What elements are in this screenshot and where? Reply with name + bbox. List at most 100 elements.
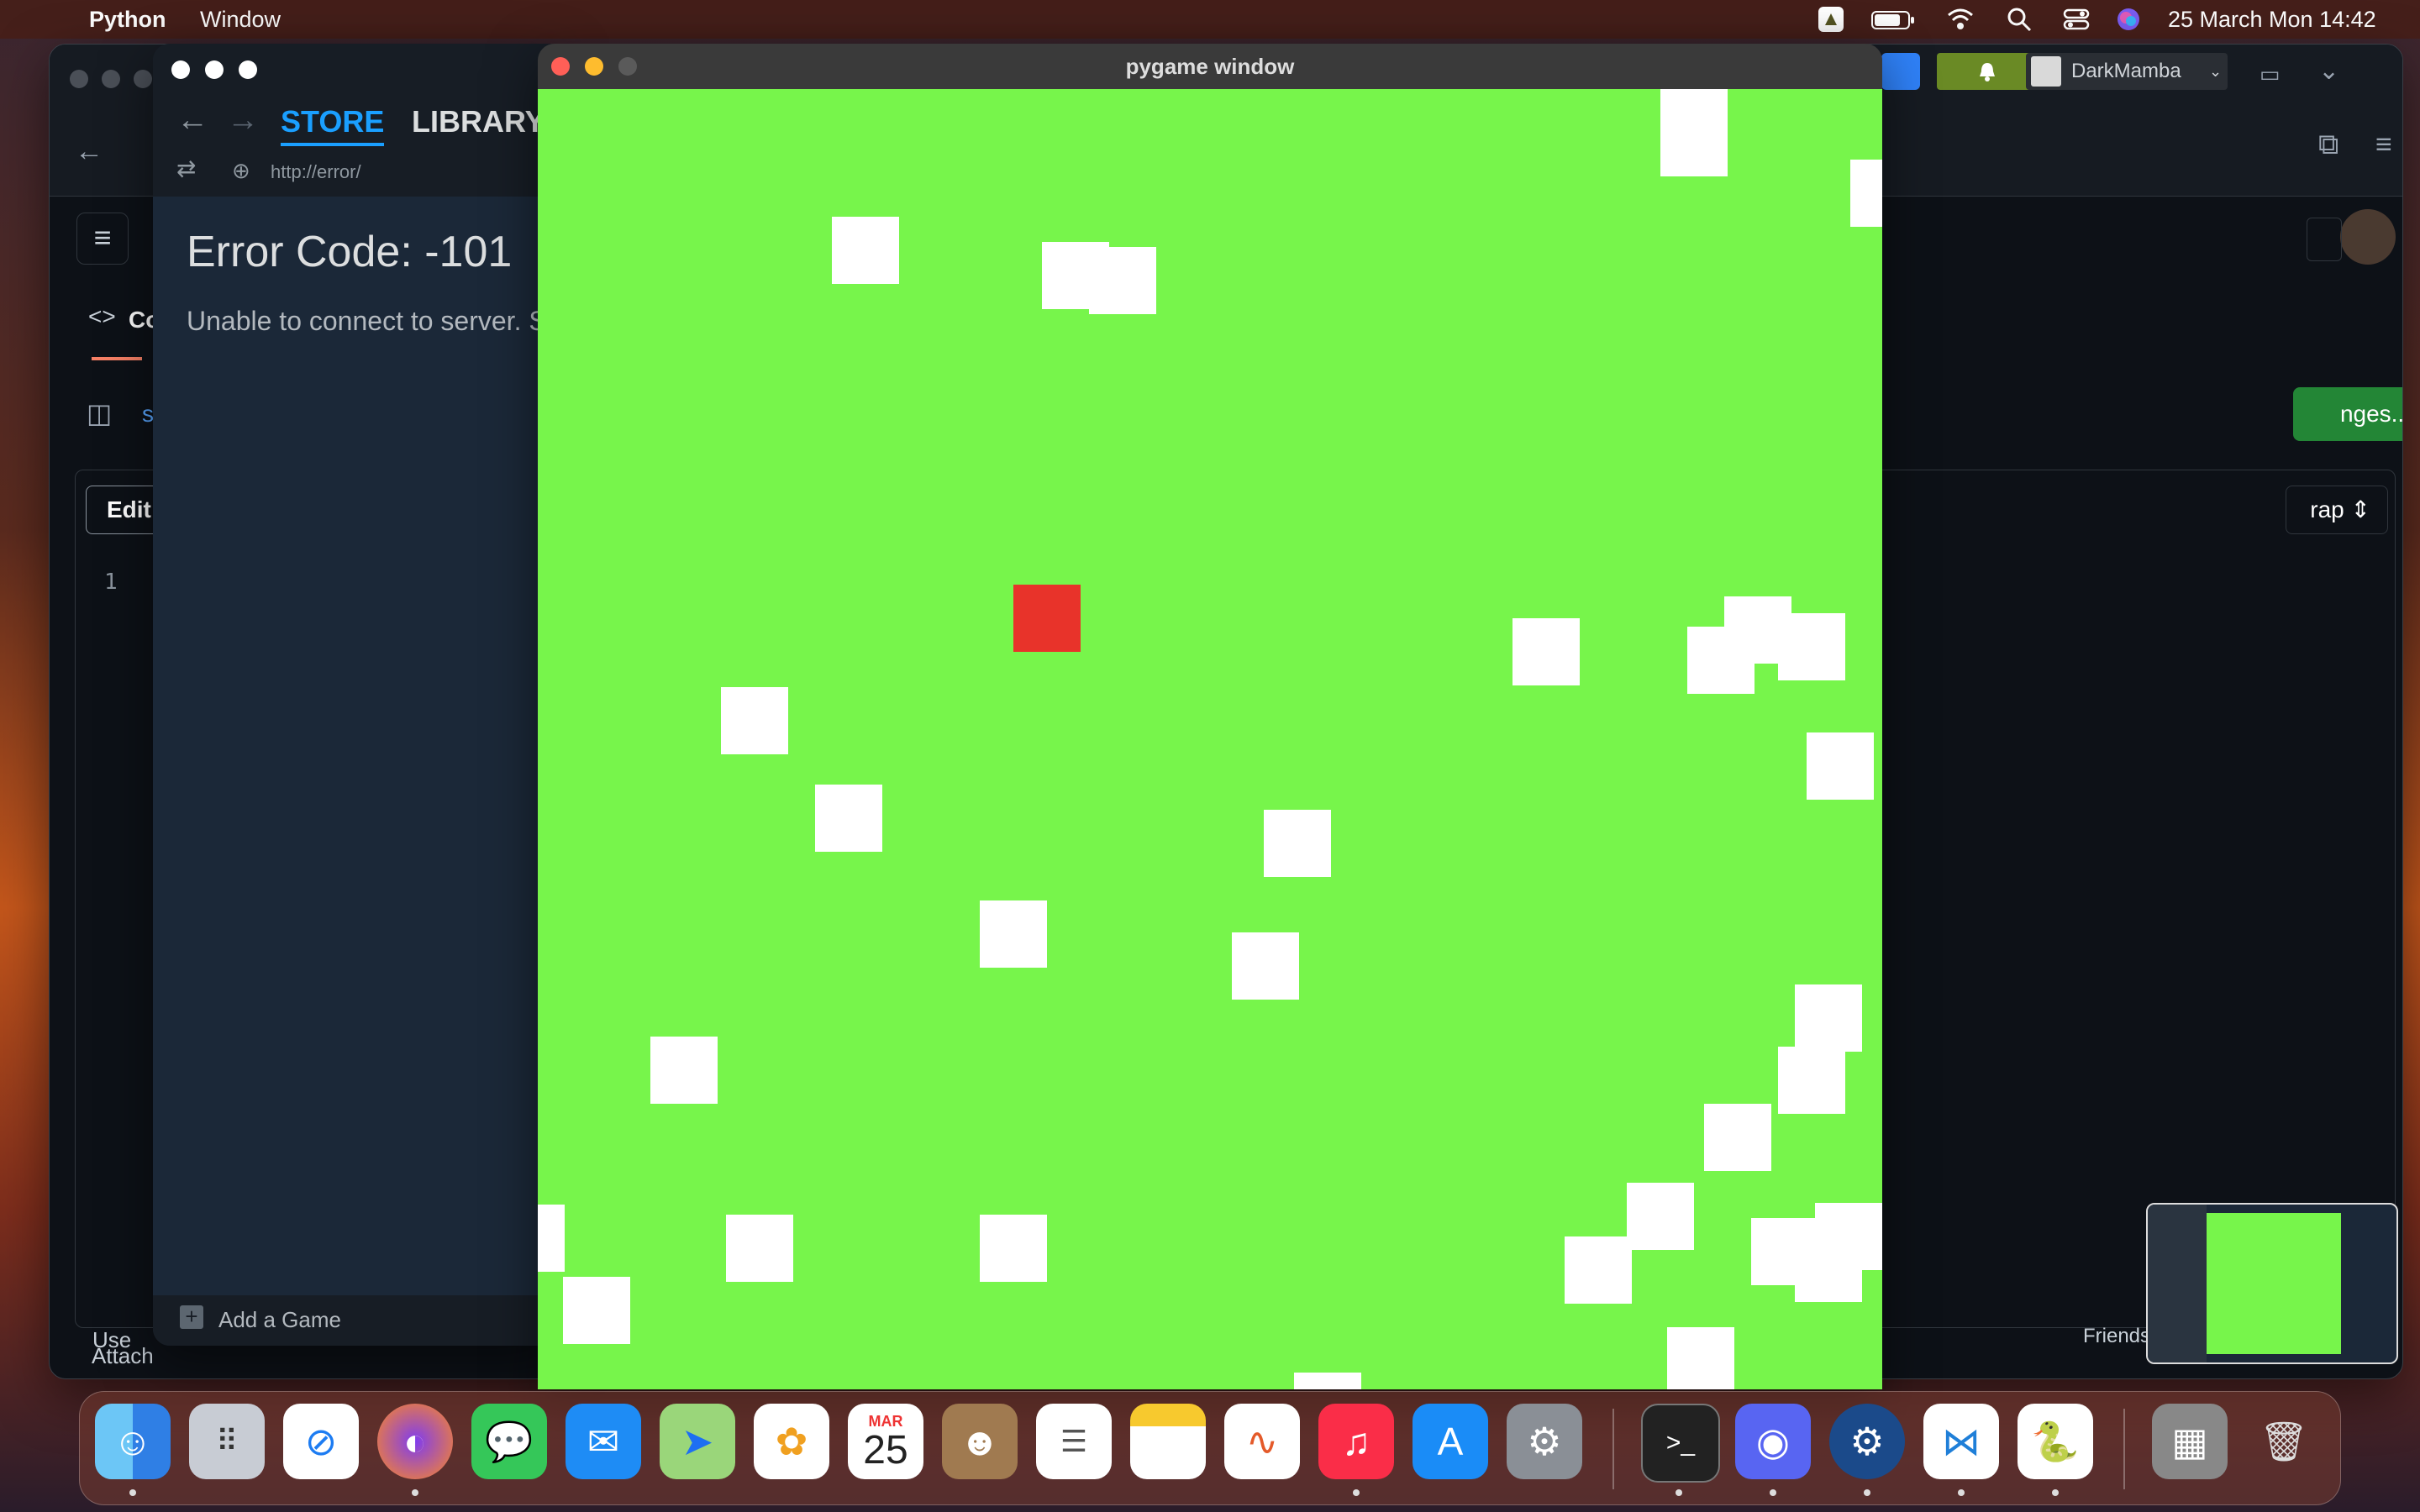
reminders-icon[interactable]: ☰ [1036, 1404, 1112, 1479]
system-settings-icon[interactable]: ⚙ [1507, 1404, 1582, 1479]
running-indicator [1864, 1489, 1870, 1496]
plus-icon[interactable]: + [180, 1305, 203, 1329]
obstacle-square [1565, 1236, 1632, 1304]
obstacle-square [1795, 984, 1862, 1052]
account-username: DarkMamba [2071, 60, 2181, 82]
notes-icon[interactable] [1130, 1404, 1206, 1479]
browser-action-button[interactable] [1881, 53, 1920, 90]
window-zoom-button[interactable] [239, 60, 257, 79]
obstacle-square [1704, 1104, 1771, 1171]
thumbnail-game-preview [2207, 1213, 2341, 1354]
contacts-icon[interactable]: ☻ [942, 1404, 1018, 1479]
soft-wrap-select[interactable]: rap ⇕ [2286, 486, 2388, 534]
music-icon[interactable]: ♫ [1318, 1404, 1394, 1479]
calendar-day: 25 [863, 1427, 908, 1473]
reload-icon[interactable]: ⇄ [176, 155, 196, 182]
lock-icon[interactable] [2307, 218, 2342, 261]
display-icon[interactable]: ▭ [2260, 61, 2281, 87]
nav-store[interactable]: STORE [281, 104, 385, 146]
control-center-icon[interactable] [2062, 5, 2091, 34]
account-menu[interactable]: DarkMamba ⌄ [2026, 53, 2228, 90]
error-message: Unable to connect to server. S [187, 306, 547, 336]
screenshot-thumbnail[interactable] [2146, 1203, 2398, 1364]
menu-app-name[interactable]: Python [89, 7, 166, 33]
code-icon: <> [88, 303, 116, 329]
window-minimize-button[interactable] [102, 70, 120, 88]
hamburger-icon[interactable]: ≡ [76, 213, 129, 265]
window-close-button[interactable] [551, 57, 570, 76]
menu-clock[interactable]: 25 March Mon 14:42 [2168, 7, 2376, 33]
discord-icon[interactable]: ◉ [1735, 1404, 1811, 1479]
notifications-button[interactable] [1937, 53, 2038, 90]
error-title: Error Code: -101 [187, 228, 513, 276]
dock: ☺ ⠿ ⊘ ◐ 💬 ✉ ➤ ✿ MAR 25 ☻ ☰ ∿ ♫ A ⚙ >_ ◉ … [79, 1391, 2341, 1505]
finder-icon[interactable]: ☺ [95, 1404, 171, 1479]
obstacle-square [1687, 627, 1754, 694]
messages-icon[interactable]: 💬 [471, 1404, 547, 1479]
obstacle-square [1778, 1047, 1845, 1114]
obstacle-square [1294, 1373, 1361, 1389]
avatar [2031, 56, 2061, 87]
calendar-icon[interactable]: MAR 25 [848, 1404, 923, 1479]
running-indicator [1353, 1489, 1360, 1496]
menu-bar: Python Window 25 March Mon 14:42 [0, 0, 2420, 39]
python-launcher-icon[interactable]: 🐍 [2018, 1404, 2093, 1479]
attach-hint: Attach [92, 1343, 154, 1368]
bell-icon [1980, 63, 1995, 81]
vscode-icon[interactable]: ⋈ [1923, 1404, 1999, 1479]
maps-icon[interactable]: ➤ [660, 1404, 735, 1479]
menu-icon[interactable]: ≡ [2375, 129, 2392, 161]
trash-icon[interactable]: 🗑 [2246, 1404, 2322, 1479]
safari-icon[interactable]: ⊘ [283, 1404, 359, 1479]
obstacle-square [832, 217, 899, 284]
pygame-window: pygame window [538, 44, 1882, 1389]
file-path[interactable]: s [142, 401, 154, 428]
battery-icon[interactable] [1870, 5, 1916, 34]
tab-underline [92, 357, 142, 360]
line-number: 1 [104, 570, 118, 595]
terminal-icon[interactable]: >_ [1641, 1404, 1720, 1483]
friends-label[interactable]: Friends [2083, 1325, 2150, 1348]
freeform-icon[interactable]: ∿ [1224, 1404, 1300, 1479]
running-indicator [129, 1489, 136, 1496]
app-store-icon[interactable]: A [1413, 1404, 1488, 1479]
extensions-icon[interactable]: ⧉ [2318, 129, 2338, 161]
menu-window[interactable]: Window [200, 7, 281, 33]
launchpad-icon[interactable]: ⠿ [189, 1404, 265, 1479]
window-zoom-button[interactable] [134, 70, 152, 88]
steam-icon[interactable]: ⚙ [1829, 1404, 1905, 1479]
window-zoom-button[interactable] [618, 57, 637, 76]
add-game-button[interactable]: Add a Game [218, 1307, 341, 1333]
profile-avatar[interactable] [2340, 209, 2396, 265]
wifi-icon[interactable] [1946, 5, 1975, 34]
nav-library[interactable]: LIBRARY [412, 104, 545, 139]
running-indicator [1770, 1489, 1776, 1496]
back-arrow-icon[interactable]: ← [176, 102, 208, 139]
chevron-down-icon: ⌄ [2209, 63, 2223, 80]
forward-arrow-icon[interactable]: → [227, 102, 259, 139]
mail-icon[interactable]: ✉ [566, 1404, 641, 1479]
chevron-down-icon[interactable]: ⌄ [2318, 56, 2339, 86]
url-text[interactable]: http://error/ [271, 161, 361, 183]
commit-changes-button[interactable]: nges... [2293, 387, 2402, 441]
window-close-button[interactable] [171, 60, 190, 79]
spotlight-search-icon[interactable] [2005, 5, 2033, 34]
game-canvas[interactable] [538, 89, 1882, 1389]
drive-icon[interactable] [1817, 5, 1845, 34]
sidebar-toggle-icon[interactable]: ◫ [87, 397, 112, 429]
obstacle-square [1512, 618, 1580, 685]
obstacle-square [538, 1205, 565, 1272]
back-arrow-icon[interactable]: ← [75, 135, 103, 168]
siri-icon[interactable] [2114, 5, 2143, 34]
window-minimize-button[interactable] [205, 60, 224, 79]
obstacle-square [1778, 613, 1845, 680]
obstacle-square [721, 687, 788, 754]
player-square [1013, 585, 1081, 652]
photos-icon[interactable]: ✿ [754, 1404, 829, 1479]
window-minimize-button[interactable] [585, 57, 603, 76]
running-indicator [1676, 1489, 1682, 1496]
firefox-icon[interactable]: ◐ [377, 1404, 453, 1479]
downloads-icon[interactable]: ▦ [2152, 1404, 2228, 1479]
obstacle-square [980, 1215, 1047, 1282]
window-close-button[interactable] [70, 70, 88, 88]
